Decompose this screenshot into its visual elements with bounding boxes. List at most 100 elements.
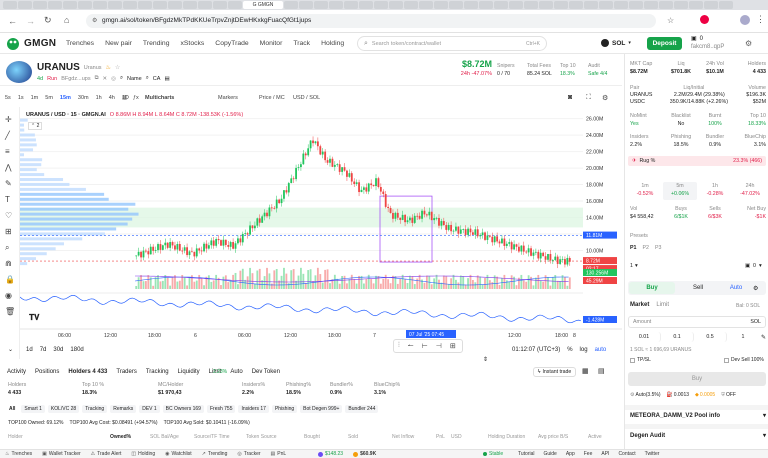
browser-tab[interactable] — [48, 1, 62, 9]
markers-button[interactable]: Markers — [218, 95, 238, 101]
bottom-tab-4[interactable]: Tracking — [146, 369, 169, 375]
interval-4h[interactable]: 4h — [109, 95, 115, 101]
browser-tab[interactable] — [419, 1, 433, 9]
range-icon[interactable]: ⊞ — [450, 342, 456, 350]
fib-icon[interactable]: ⫶ — [398, 342, 400, 350]
extension-icon[interactable] — [700, 15, 709, 24]
bottom-bar-link[interactable]: Contact — [618, 451, 635, 457]
logo[interactable]: GMGN — [6, 37, 56, 50]
holder-filter[interactable]: Bot Degen 999+ — [300, 405, 342, 413]
nav-track[interactable]: Track — [293, 40, 310, 47]
browser-tab[interactable] — [183, 1, 197, 9]
browser-tab[interactable] — [689, 1, 703, 9]
percent-toggle[interactable]: % — [567, 347, 572, 353]
settings-chart-icon[interactable]: ⚙ — [602, 94, 608, 102]
tpsl-checkbox[interactable] — [630, 358, 635, 363]
audit-stat[interactable]: Audit Safe 4/4 — [588, 62, 607, 78]
bottom-bar-link[interactable]: Tutorial — [518, 451, 535, 457]
interval-15m[interactable]: 15m — [60, 95, 71, 101]
search-box[interactable]: ⌕ Search token/contract/wallet Ctrl+K — [357, 36, 547, 51]
bottom-tab-8[interactable]: Dev Token — [252, 369, 280, 375]
interval-5m[interactable]: 5m — [45, 95, 53, 101]
browser-tab[interactable] — [299, 1, 313, 9]
browser-tab[interactable] — [524, 1, 538, 9]
reload-icon[interactable]: ↻ — [44, 15, 52, 26]
lock-icon[interactable]: 🔒 — [5, 275, 15, 284]
browser-tab[interactable] — [93, 1, 107, 9]
trash-icon[interactable]: 🗑 — [5, 307, 15, 316]
interval-30m[interactable]: 30m — [78, 95, 89, 101]
brush-icon[interactable]: ✎ — [5, 179, 12, 188]
nav-copytrade[interactable]: CopyTrade — [215, 40, 248, 47]
bottom-bar-item[interactable]: ↗ Trending — [202, 451, 228, 457]
interval-5s[interactable]: 5s — [5, 95, 11, 101]
browser-tab[interactable] — [479, 1, 493, 9]
collapse-chart-icon[interactable]: ⌄ — [8, 346, 13, 353]
nav-trenches[interactable]: Trenches — [66, 40, 94, 47]
x-icon[interactable]: ✕ — [103, 76, 108, 82]
site-info-icon[interactable]: ⚙ — [92, 17, 97, 24]
holder-filter[interactable]: Remarks — [110, 405, 136, 413]
indicators-icon[interactable]: ƒx — [133, 95, 139, 101]
holder-column-header[interactable]: SOL Bal/Age — [150, 434, 179, 440]
legend-collapse[interactable]: ⌃ 2 — [28, 122, 42, 130]
star-icon[interactable]: ☆ — [115, 64, 120, 71]
bottom-tab-0[interactable]: Activity — [7, 369, 26, 375]
bottom-bar-item[interactable]: ◎ Tracker — [237, 451, 260, 457]
log-toggle[interactable]: log — [580, 347, 588, 353]
holder-column-header[interactable]: Owned% — [110, 434, 131, 440]
range-180d[interactable]: 180d — [70, 347, 83, 353]
browser-tab[interactable] — [494, 1, 508, 9]
resize-handle-icon[interactable]: ⇕ — [483, 356, 488, 363]
ca-search-link[interactable]: CA — [153, 76, 161, 82]
trendline-icon[interactable]: ╱ — [5, 131, 10, 140]
limit-tab[interactable]: Limit — [656, 302, 669, 308]
holder-filter[interactable]: Tracking — [82, 405, 107, 413]
chain-selector[interactable]: SOL ▾ — [601, 39, 631, 47]
browser-tab[interactable] — [599, 1, 613, 9]
pool-info-row[interactable]: METEORA_DAMM_V2 Pool info ▾ — [630, 412, 766, 419]
range-30d[interactable]: 30d — [53, 347, 63, 353]
zoom-icon[interactable]: ⌕ — [5, 243, 9, 253]
amount-preset[interactable]: 0.5 — [694, 332, 727, 342]
browser-tab[interactable] — [78, 1, 92, 9]
holder-column-header[interactable]: Holding Duration — [488, 434, 525, 440]
browser-tab[interactable] — [108, 1, 122, 9]
browser-tab[interactable] — [284, 1, 298, 9]
magnet-icon[interactable]: ⋒ — [5, 259, 12, 268]
fib-icon[interactable]: ≡ — [5, 147, 10, 156]
browser-tab[interactable] — [344, 1, 358, 9]
auto-tab[interactable]: Auto — [721, 282, 751, 294]
bottom-tab-2[interactable]: Holders 4 433 — [68, 369, 107, 375]
degen-audit-row[interactable]: Degen Audit ▾ — [630, 432, 766, 439]
buy-tab[interactable]: Buy — [629, 282, 675, 294]
bottom-bar-item[interactable]: ⚠ Trade Alert — [91, 451, 122, 457]
browser-tab[interactable] — [404, 1, 418, 9]
heart-icon[interactable]: ♡ — [5, 211, 12, 220]
preset-tab[interactable]: P1 — [630, 245, 636, 251]
browser-tab[interactable] — [569, 1, 583, 9]
browser-tab[interactable] — [198, 1, 212, 9]
profile-avatar[interactable] — [740, 15, 750, 25]
browser-tab[interactable] — [659, 1, 673, 9]
nav-monitor[interactable]: Monitor — [260, 40, 283, 47]
browser-tab[interactable] — [674, 1, 688, 9]
bottom-bar-item[interactable]: ◫ Holding — [131, 451, 155, 457]
deposit-button[interactable]: Deposit — [647, 37, 682, 50]
home-icon[interactable]: ⌂ — [64, 15, 69, 25]
holder-filter[interactable]: KOL/VC 28 — [48, 405, 79, 413]
bottom-tab-5[interactable]: Liquidity — [178, 369, 200, 375]
browser-tab[interactable] — [18, 1, 32, 9]
browser-tab[interactable] — [63, 1, 77, 9]
holder-filter[interactable]: Insiders 17 — [238, 405, 268, 413]
edit-amounts-icon[interactable]: ✎ — [759, 334, 766, 341]
browser-tab[interactable] — [389, 1, 403, 9]
buy-button[interactable]: Buy — [628, 372, 766, 386]
nav-holding[interactable]: Holding — [321, 40, 344, 47]
holder-column-header[interactable]: USD — [451, 434, 462, 440]
holder-filter[interactable]: Fresh 755 — [207, 405, 236, 413]
text-icon[interactable]: T — [5, 195, 10, 204]
bottom-bar-link[interactable]: Twitter — [645, 451, 660, 457]
holder-column-header[interactable]: Net Inflow — [392, 434, 414, 440]
trade-setting[interactable]: ⛨ OFF — [721, 392, 736, 398]
